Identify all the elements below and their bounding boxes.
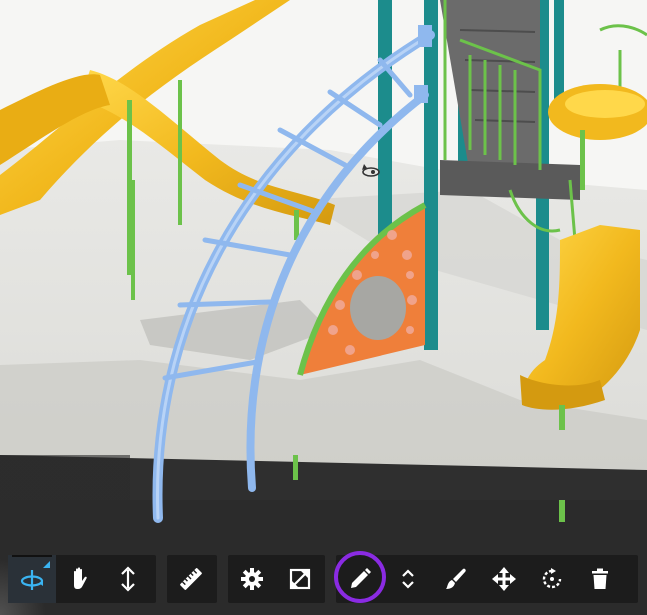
playground-scene[interactable] [0, 0, 647, 615]
delete-button[interactable] [576, 555, 624, 603]
pan-button[interactable] [56, 555, 104, 603]
edit-button[interactable] [336, 555, 384, 603]
toolbar-group-measure [167, 555, 217, 603]
submenu-indicator [43, 561, 50, 568]
toolbar-group-edit [336, 555, 638, 603]
gear-icon [241, 568, 263, 590]
settings-button[interactable] [228, 555, 276, 603]
ruler-icon [180, 568, 202, 590]
3d-viewport[interactable] [0, 0, 647, 615]
vertical-arrows-icon [121, 566, 135, 592]
adjust-height-button[interactable] [384, 555, 432, 603]
rotate-button[interactable] [528, 555, 576, 603]
trash-icon [592, 568, 608, 589]
move-button[interactable] [480, 555, 528, 603]
expand-button[interactable] [276, 555, 324, 603]
measure-button[interactable] [167, 555, 215, 603]
pencil-icon [351, 568, 371, 588]
zoom-button[interactable] [104, 555, 152, 603]
paintbrush-icon [446, 568, 466, 589]
orbit-button[interactable] [8, 555, 56, 603]
hand-icon [74, 567, 87, 589]
orbit-icon [20, 570, 44, 590]
expand-icon [289, 568, 311, 590]
toolbar-group-navigation [8, 555, 156, 603]
paint-button[interactable] [432, 555, 480, 603]
up-down-chevron-icon [402, 569, 414, 589]
move-arrows-icon [492, 567, 516, 591]
toolbar-group-settings [228, 555, 325, 603]
rotate-icon [542, 568, 562, 589]
